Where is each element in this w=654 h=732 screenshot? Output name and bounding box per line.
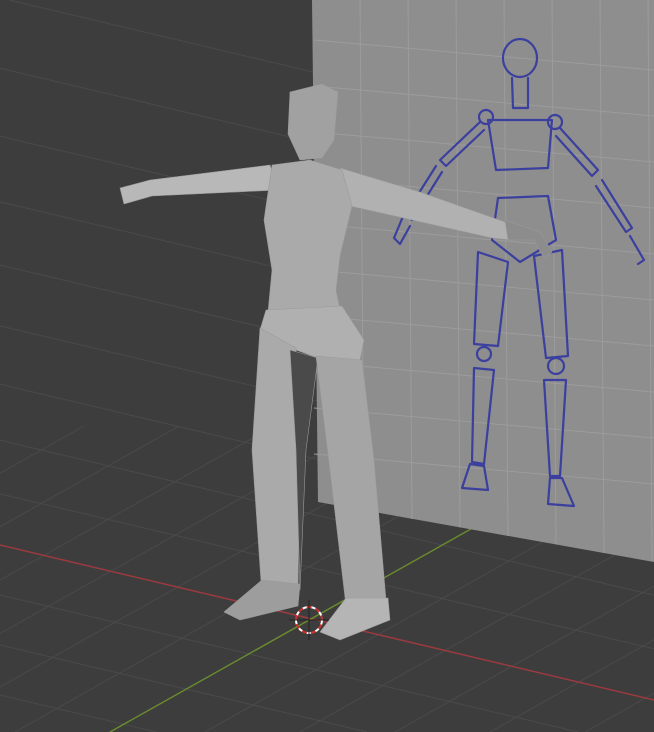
floor-grid-line [0, 694, 157, 732]
mesh-left-arm [119, 164, 279, 205]
floor-grid-line [394, 585, 654, 732]
3d-viewport[interactable] [0, 0, 654, 732]
floor-grid-line [0, 425, 370, 635]
viewport-canvas[interactable] [0, 0, 654, 732]
floor-grid-line [489, 639, 654, 732]
floor-grid-line [0, 644, 368, 732]
floor-grid-line [0, 425, 85, 474]
floor-grid-line [584, 692, 654, 732]
floor-grid-line [0, 594, 579, 732]
